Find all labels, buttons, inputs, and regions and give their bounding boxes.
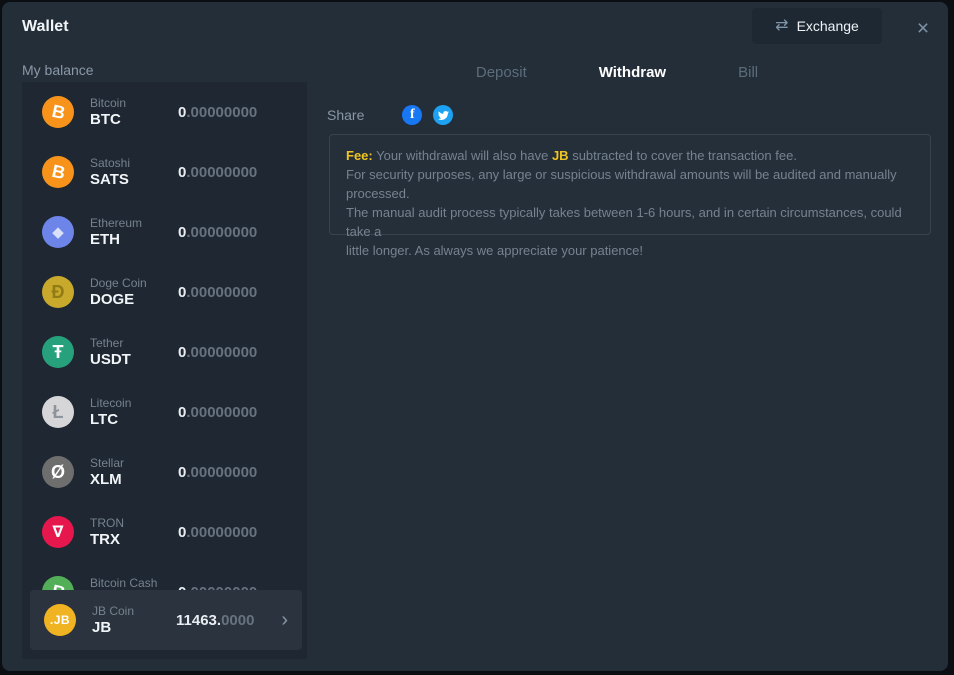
tab-withdraw[interactable]: Withdraw	[599, 64, 666, 81]
coin-balance: 0.00000000	[178, 404, 257, 421]
coin-ticker: ETH	[90, 231, 166, 248]
fee-notice-line3: The manual audit process typically takes…	[346, 203, 914, 241]
coin-row-jb-pinned[interactable]: .JB JB Coin JB 11463.0000 ›	[30, 590, 302, 650]
coin-name: Ethereum	[90, 216, 166, 230]
tether-icon: Ŧ	[42, 336, 74, 368]
jb-coin-icon: .JB	[44, 604, 76, 636]
fee-notice-line4: little longer. As always we appreciate y…	[346, 241, 914, 260]
coin-row-ltc[interactable]: Ł Litecoin LTC 0.00000000	[22, 382, 307, 442]
coin-name: Tether	[90, 336, 166, 350]
share-label: Share	[327, 107, 364, 123]
coin-balance: 11463.0000	[176, 612, 254, 629]
coin-ticker: SATS	[90, 171, 166, 188]
coin-name: Bitcoin Cash	[90, 576, 166, 590]
exchange-button-label: Exchange	[797, 18, 859, 34]
swap-arrows-icon: ⇄	[775, 18, 788, 34]
coin-name: Stellar	[90, 456, 166, 470]
coin-ticker: USDT	[90, 351, 166, 368]
ethereum-icon: ◆	[42, 216, 74, 248]
coin-name: Satoshi	[90, 156, 166, 170]
share-row: Share f	[327, 105, 453, 125]
page-title: Wallet	[22, 18, 69, 36]
chevron-right-icon: ›	[281, 610, 288, 630]
exchange-button[interactable]: ⇄ Exchange	[752, 8, 882, 44]
coin-balance: 0.00000000	[178, 104, 257, 121]
close-icon[interactable]: ×	[910, 16, 936, 42]
facebook-share-icon[interactable]: f	[402, 105, 422, 125]
tab-deposit[interactable]: Deposit	[476, 64, 527, 81]
fee-notice-box: Fee: Your withdrawal will also have JB s…	[329, 134, 931, 235]
twitter-bird-icon	[438, 110, 449, 121]
balance-panel: B Bitcoin BTC 0.00000000 B Satoshi SATS …	[22, 82, 307, 659]
litecoin-icon: Ł	[42, 396, 74, 428]
coin-ticker: XLM	[90, 471, 166, 488]
coin-row-xlm[interactable]: Ø Stellar XLM 0.00000000	[22, 442, 307, 502]
coin-row-doge[interactable]: Đ Doge Coin DOGE 0.00000000	[22, 262, 307, 322]
coin-name: Doge Coin	[90, 276, 166, 290]
coin-row-eth[interactable]: ◆ Ethereum ETH 0.00000000	[22, 202, 307, 262]
coin-balance: 0.00000000	[178, 344, 257, 361]
wallet-modal: Wallet ⇄ Exchange × My balance B Bitcoin…	[2, 2, 948, 671]
coin-balance: 0.00000000	[178, 524, 257, 541]
coin-ticker: BTC	[90, 111, 166, 128]
fee-notice-line2: For security purposes, any large or susp…	[346, 165, 914, 203]
coin-row-trx[interactable]: ∇ TRON TRX 0.00000000	[22, 502, 307, 562]
coin-name: Litecoin	[90, 396, 166, 410]
coin-row-sats[interactable]: B Satoshi SATS 0.00000000	[22, 142, 307, 202]
tab-bill[interactable]: Bill	[738, 64, 758, 81]
coin-ticker: LTC	[90, 411, 166, 428]
coin-balance: 0.00000000	[178, 164, 257, 181]
coin-balance: 0.00000000	[178, 464, 257, 481]
stellar-icon: Ø	[42, 456, 74, 488]
coin-balance: 0.00000000	[178, 224, 257, 241]
fee-notice-line1: Fee: Your withdrawal will also have JB s…	[346, 146, 914, 165]
coin-name: TRON	[90, 516, 166, 530]
bitcoin-icon: B	[42, 96, 74, 128]
fee-label: Fee:	[346, 148, 373, 163]
wallet-tabs: Deposit Withdraw Bill	[307, 64, 927, 81]
satoshi-icon: B	[42, 156, 74, 188]
jb-token-label: JB	[552, 148, 569, 163]
coin-name: Bitcoin	[90, 96, 166, 110]
coin-ticker: DOGE	[90, 291, 166, 308]
coin-ticker: TRX	[90, 531, 166, 548]
coin-balance: 0.00000000	[178, 284, 257, 301]
coin-row-usdt[interactable]: Ŧ Tether USDT 0.00000000	[22, 322, 307, 382]
coin-ticker: JB	[92, 619, 164, 636]
my-balance-label: My balance	[22, 62, 94, 78]
coin-row-btc[interactable]: B Bitcoin BTC 0.00000000	[22, 82, 307, 142]
twitter-share-icon[interactable]	[433, 105, 453, 125]
coin-name: JB Coin	[92, 604, 164, 618]
dogecoin-icon: Đ	[42, 276, 74, 308]
tron-icon: ∇	[42, 516, 74, 548]
